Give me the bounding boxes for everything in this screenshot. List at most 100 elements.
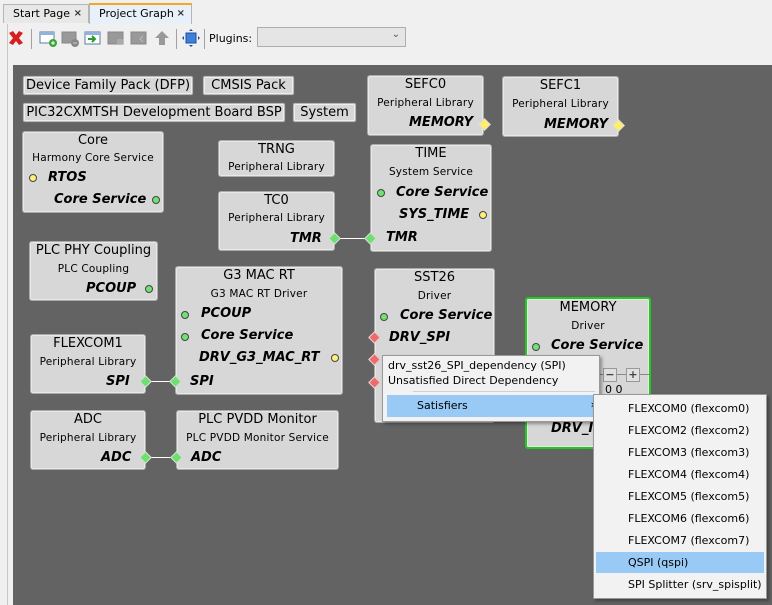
component-subtitle: PLC PVDD Monitor Service: [186, 432, 329, 444]
satisfier-label: FLEXCOM2 (flexcom2): [628, 424, 750, 437]
port-label: PCOUP: [201, 306, 252, 321]
plugins-dropdown[interactable]: ⌄: [257, 27, 406, 47]
port-provided-icon[interactable]: [29, 174, 37, 182]
satisfier-item[interactable]: QSPI (qspi): [596, 552, 764, 573]
port-satisfied-icon[interactable]: [377, 189, 385, 197]
add-group-icon[interactable]: [38, 28, 58, 48]
port-label: MEMORY: [544, 117, 609, 132]
group-disabled-icon[interactable]: [106, 28, 126, 48]
component-title: FLEXCOM1: [53, 336, 123, 351]
satisfier-item[interactable]: FLEXCOM5 (flexcom5): [596, 486, 764, 507]
satisfier-label: SPI Splitter (srv_spisplit): [628, 578, 762, 591]
port-label: DRV_SPI: [389, 330, 451, 345]
pill-system[interactable]: System: [293, 103, 356, 122]
tab-project-graph[interactable]: Project Graph ×: [89, 3, 192, 24]
port-label: TMR: [386, 230, 418, 245]
component-subtitle: Driver: [417, 290, 452, 302]
dependency-context-menu: drv_sst26_SPI_dependency (SPI) Unsatisfi…: [382, 355, 600, 422]
satisfier-label: QSPI (qspi): [628, 556, 689, 569]
satisfier-item[interactable]: FLEXCOM4 (flexcom4): [596, 464, 764, 485]
satisfier-label: FLEXCOM7 (flexcom7): [628, 534, 750, 547]
satisfier-item[interactable]: FLEXCOM0 (flexcom0): [596, 398, 764, 419]
menu-item-label: Satisfiers: [417, 399, 468, 412]
satisfier-label: FLEXCOM6 (flexcom6): [628, 512, 750, 525]
satisfier-item[interactable]: FLEXCOM7 (flexcom7): [596, 530, 764, 551]
component-plc-phy-coupling[interactable]: PLC PHY Coupling PLC Coupling PCOUP: [29, 241, 158, 301]
component-title: G3 MAC RT: [223, 268, 295, 283]
delete-icon[interactable]: [6, 28, 26, 48]
port-satisfied-icon[interactable]: [532, 343, 540, 351]
fit-view-icon[interactable]: [181, 28, 201, 48]
menu-item-satisfiers[interactable]: Satisfiers ›: [387, 395, 599, 417]
port-label: TMR: [290, 231, 322, 246]
plus-button[interactable]: +: [626, 368, 640, 382]
toolbar-separator: [204, 29, 205, 49]
component-title: PLC PVDD Monitor: [198, 412, 317, 427]
close-icon[interactable]: ×: [74, 5, 82, 23]
component-title: TIME: [415, 146, 447, 161]
component-trng[interactable]: TRNG Peripheral Library: [218, 140, 335, 177]
toolbar-separator: [31, 29, 32, 49]
component-title: TRNG: [258, 142, 295, 157]
port-satisfied-icon[interactable]: [145, 285, 153, 293]
group-out-disabled-icon[interactable]: [129, 28, 149, 48]
port-satisfied-icon[interactable]: [181, 311, 189, 319]
component-subtitle: Peripheral Library: [39, 432, 137, 444]
pill-cmsis-pack[interactable]: CMSIS Pack: [203, 76, 294, 95]
port-label: DRV_G3_MAC_RT: [199, 350, 320, 365]
minus-button[interactable]: −: [603, 368, 617, 382]
move-up-icon[interactable]: [152, 28, 172, 48]
dependency-status: Unsatisfied Direct Dependency: [388, 374, 559, 387]
tab-start-page[interactable]: Start Page ×: [3, 4, 89, 23]
port-satisfied-icon[interactable]: [152, 196, 160, 204]
dependency-name: drv_sst26_SPI_dependency (SPI): [388, 359, 566, 372]
component-g3-mac-rt[interactable]: G3 MAC RT G3 MAC RT Driver PCOUP Core Se…: [175, 266, 343, 395]
toolbar-separator: [176, 29, 177, 49]
port-satisfied-icon[interactable]: [380, 313, 388, 321]
plugins-label: Plugins:: [209, 32, 253, 45]
port-provided-icon[interactable]: [331, 354, 339, 362]
port-label: SPI: [190, 374, 214, 389]
port-satisfied-icon[interactable]: [181, 333, 189, 341]
chevron-down-icon: ⌄: [391, 29, 400, 40]
satisfier-item[interactable]: FLEXCOM2 (flexcom2): [596, 420, 764, 441]
component-title: ADC: [74, 412, 102, 427]
satisfiers-submenu: FLEXCOM0 (flexcom0) FLEXCOM2 (flexcom2) FL…: [593, 394, 767, 599]
satisfier-label: FLEXCOM5 (flexcom5): [628, 490, 750, 503]
component-title: TC0: [264, 193, 289, 208]
port-label: ADC: [101, 450, 132, 465]
satisfier-item[interactable]: SPI Splitter (srv_spisplit): [596, 574, 764, 595]
component-subtitle: Peripheral Library: [39, 356, 137, 368]
component-flexcom1[interactable]: FLEXCOM1 Peripheral Library SPI: [30, 334, 146, 394]
panel-border: [7, 24, 8, 605]
move-into-group-icon[interactable]: [83, 28, 103, 48]
component-title: SEFC0: [404, 77, 447, 92]
component-title: MEMORY: [559, 300, 617, 315]
component-time[interactable]: TIME System Service Core Service SYS_TIM…: [370, 144, 492, 252]
component-title: PLC PHY Coupling: [35, 243, 152, 258]
tab-bar: Start Page × Project Graph ×: [0, 0, 772, 25]
satisfier-label: FLEXCOM0 (flexcom0): [628, 402, 750, 415]
close-icon[interactable]: ×: [177, 5, 185, 23]
port-provided-icon[interactable]: [479, 211, 487, 219]
component-adc[interactable]: ADC Peripheral Library ADC: [30, 410, 146, 470]
component-core[interactable]: Core Harmony Core Service RTOS Core Serv…: [22, 131, 164, 213]
remove-group-icon[interactable]: [60, 28, 80, 48]
port-label: RTOS: [48, 170, 87, 185]
satisfier-item[interactable]: FLEXCOM3 (flexcom3): [596, 442, 764, 463]
satisfier-item[interactable]: FLEXCOM6 (flexcom6): [596, 508, 764, 529]
component-sefc1[interactable]: SEFC1 Peripheral Library MEMORY: [502, 76, 619, 137]
satisfier-label: FLEXCOM4 (flexcom4): [628, 468, 750, 481]
component-sefc0[interactable]: SEFC0 Peripheral Library MEMORY: [367, 75, 484, 136]
component-subtitle: G3 MAC RT Driver: [210, 288, 308, 300]
port-label: Core Service: [54, 192, 147, 207]
component-plc-pvdd-monitor[interactable]: PLC PVDD Monitor PLC PVDD Monitor Servic…: [176, 410, 339, 470]
port-label: ADC: [191, 450, 222, 465]
pill-dfp[interactable]: Device Family Pack (DFP): [23, 76, 193, 95]
port-label: SYS_TIME: [399, 207, 470, 222]
port-label: PCOUP: [86, 281, 137, 296]
tab-label: Start Page: [13, 7, 70, 20]
component-tc0[interactable]: TC0 Peripheral Library TMR: [218, 191, 335, 251]
satisfier-label: FLEXCOM3 (flexcom3): [628, 446, 750, 459]
pill-bsp[interactable]: PIC32CXMTSH Development Board BSP: [23, 103, 285, 122]
